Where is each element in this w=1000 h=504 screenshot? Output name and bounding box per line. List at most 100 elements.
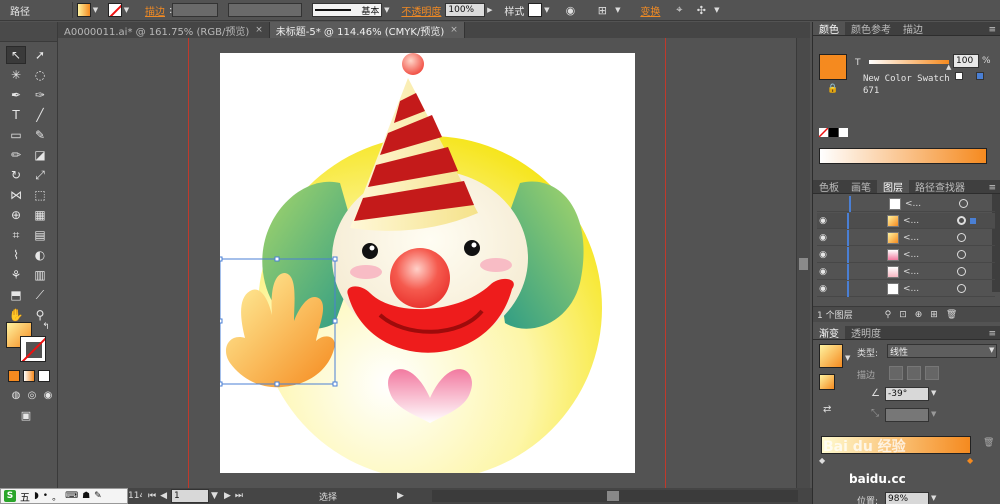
layer-name[interactable]: <...: [903, 267, 953, 277]
canvas[interactable]: [58, 38, 796, 488]
fill-stroke-indicator[interactable]: [819, 374, 835, 390]
stroke-along-icon[interactable]: [907, 366, 921, 380]
angle-field[interactable]: -39°: [885, 387, 929, 401]
gradient-tool-icon[interactable]: ▤: [30, 226, 50, 244]
black-swatch[interactable]: [829, 128, 838, 137]
perspective-grid-tool-icon[interactable]: ▦: [30, 206, 50, 224]
tab-pathfinder[interactable]: 路径查找器: [909, 180, 971, 194]
type-tool-icon[interactable]: T: [6, 106, 26, 124]
artboard-tool-icon[interactable]: ⬒: [6, 286, 26, 304]
tint-field[interactable]: 100: [953, 54, 979, 68]
stroke-swatch[interactable]: [108, 3, 122, 17]
tab-gradient[interactable]: 渐变: [813, 326, 845, 340]
panel-menu-icon[interactable]: ≡: [988, 25, 1000, 35]
ime-toolbar[interactable]: S 五 ◗ • 。 ⌨ ☗ ✎: [0, 488, 128, 504]
clown-artwork[interactable]: [217, 53, 635, 480]
curvature-tool-icon[interactable]: ✑: [30, 86, 50, 104]
gradient-thumbnail[interactable]: [819, 344, 843, 368]
chevron-down-icon[interactable]: ▼: [931, 389, 936, 397]
locate-object-icon[interactable]: ⚲: [885, 310, 892, 320]
draw-inside-icon[interactable]: ◉: [38, 386, 58, 404]
web-safe-icon[interactable]: [976, 72, 984, 80]
gradient-mode-icon[interactable]: [23, 370, 35, 382]
prev-artboard-icon[interactable]: ◀: [160, 491, 167, 501]
ime-skin-icon[interactable]: ☗: [82, 491, 90, 501]
layer-row[interactable]: ◉ <...: [817, 229, 995, 246]
paintbrush-tool-icon[interactable]: ✎: [30, 126, 50, 144]
layer-row[interactable]: ◉ <...: [817, 280, 995, 297]
artboard-number-field[interactable]: 1: [171, 489, 210, 503]
panel-menu-icon[interactable]: ≡: [988, 183, 1000, 193]
last-artboard-icon[interactable]: ⏭: [235, 491, 243, 501]
layer-name[interactable]: <...: [903, 284, 953, 294]
lasso-tool-icon[interactable]: ◌: [30, 66, 50, 84]
color-spectrum[interactable]: [819, 148, 987, 164]
chevron-down-icon[interactable]: ▼: [211, 491, 218, 501]
layer-name[interactable]: <...: [905, 199, 955, 209]
swap-colors-icon[interactable]: ↰: [36, 318, 56, 336]
stroke-within-icon[interactable]: [889, 366, 903, 380]
recolor-artwork-icon[interactable]: ◉: [563, 3, 577, 17]
delete-stop-icon[interactable]: 🗑: [983, 438, 994, 448]
layer-name[interactable]: <...: [903, 233, 953, 243]
width-tool-icon[interactable]: ⋈: [6, 186, 26, 204]
line-tool-icon[interactable]: ╱: [30, 106, 50, 124]
tab-layers[interactable]: 图层: [877, 180, 909, 194]
layer-row[interactable]: ◉ <...: [817, 246, 995, 263]
target-icon[interactable]: [957, 233, 966, 242]
transform-label[interactable]: 变换: [636, 3, 664, 18]
eye-icon[interactable]: ◉: [817, 283, 829, 295]
layer-row[interactable]: ◉ <...: [817, 263, 995, 280]
layer-row[interactable]: ◉ <...: [817, 212, 995, 229]
chevron-down-icon[interactable]: ▼: [845, 354, 850, 362]
new-sublayer-icon[interactable]: ⊕: [915, 310, 923, 320]
selection-indicator[interactable]: [970, 217, 976, 224]
selection-tool-icon[interactable]: ↖: [6, 46, 26, 64]
new-layer-icon[interactable]: ⊞: [930, 310, 938, 320]
delete-layer-icon[interactable]: 🗑: [946, 310, 957, 320]
symbol-sprayer-tool-icon[interactable]: ⚘: [6, 266, 26, 284]
ime-punct-icon[interactable]: 。: [52, 490, 61, 503]
ime-mode[interactable]: 五: [20, 489, 30, 504]
direct-selection-tool-icon[interactable]: ➚: [30, 46, 50, 64]
opacity-field[interactable]: 100%: [445, 3, 486, 17]
scale-tool-icon[interactable]: ⤢: [30, 166, 50, 184]
tint-slider-thumb[interactable]: ▲: [946, 63, 951, 71]
align-icon[interactable]: ⊞: [595, 3, 609, 17]
pencil-tool-icon[interactable]: ✏: [6, 146, 26, 164]
none-mode-icon[interactable]: [38, 370, 50, 382]
chevron-down-icon[interactable]: ▼: [542, 3, 551, 17]
pen-tool-icon[interactable]: ✒: [6, 86, 26, 104]
close-icon[interactable]: ×: [450, 25, 458, 35]
eraser-tool-icon[interactable]: ◪: [30, 146, 50, 164]
panel-menu-icon[interactable]: ≡: [988, 329, 1000, 339]
make-clipping-mask-icon[interactable]: ⊡: [899, 310, 907, 320]
canvas-vertical-scrollbar[interactable]: [796, 38, 810, 488]
mesh-tool-icon[interactable]: ⌗: [6, 226, 26, 244]
tab-document-2[interactable]: 未标题-5* @ 114.46% (CMYK/预览) ×: [269, 22, 465, 38]
target-icon[interactable]: [957, 267, 966, 276]
none-swatch[interactable]: [819, 128, 828, 137]
gradient-type-select[interactable]: 线性: [887, 344, 997, 358]
magic-wand-tool-icon[interactable]: ✳: [6, 66, 26, 84]
tab-stroke[interactable]: 描边: [897, 22, 929, 36]
layer-name[interactable]: <...: [903, 216, 953, 226]
transform-each-icon[interactable]: ✣: [694, 3, 708, 17]
stroke-color-icon[interactable]: [20, 336, 46, 362]
target-icon[interactable]: [959, 199, 968, 208]
canvas-horizontal-scrollbar[interactable]: [432, 490, 798, 502]
chevron-down-icon[interactable]: ▼: [91, 3, 100, 17]
ime-dot-icon[interactable]: •: [43, 491, 48, 501]
fill-swatch[interactable]: [77, 3, 91, 17]
zoom-field[interactable]: 114.46: [128, 491, 142, 501]
brush-definition-field[interactable]: 基本: [312, 3, 383, 17]
color-fill-swatch[interactable]: [819, 54, 847, 80]
chevron-down-icon[interactable]: ▼: [989, 346, 994, 354]
target-icon[interactable]: [957, 284, 966, 293]
tab-color-guide[interactable]: 颜色参考: [845, 22, 897, 36]
ime-tool-icon[interactable]: ✎: [94, 491, 102, 501]
reverse-gradient-icon[interactable]: ⇄: [823, 404, 831, 415]
eyedropper-tool-icon[interactable]: ⌇: [6, 246, 26, 264]
keyboard-icon[interactable]: ⌨: [65, 491, 78, 501]
first-artboard-icon[interactable]: ⏮: [148, 491, 156, 501]
